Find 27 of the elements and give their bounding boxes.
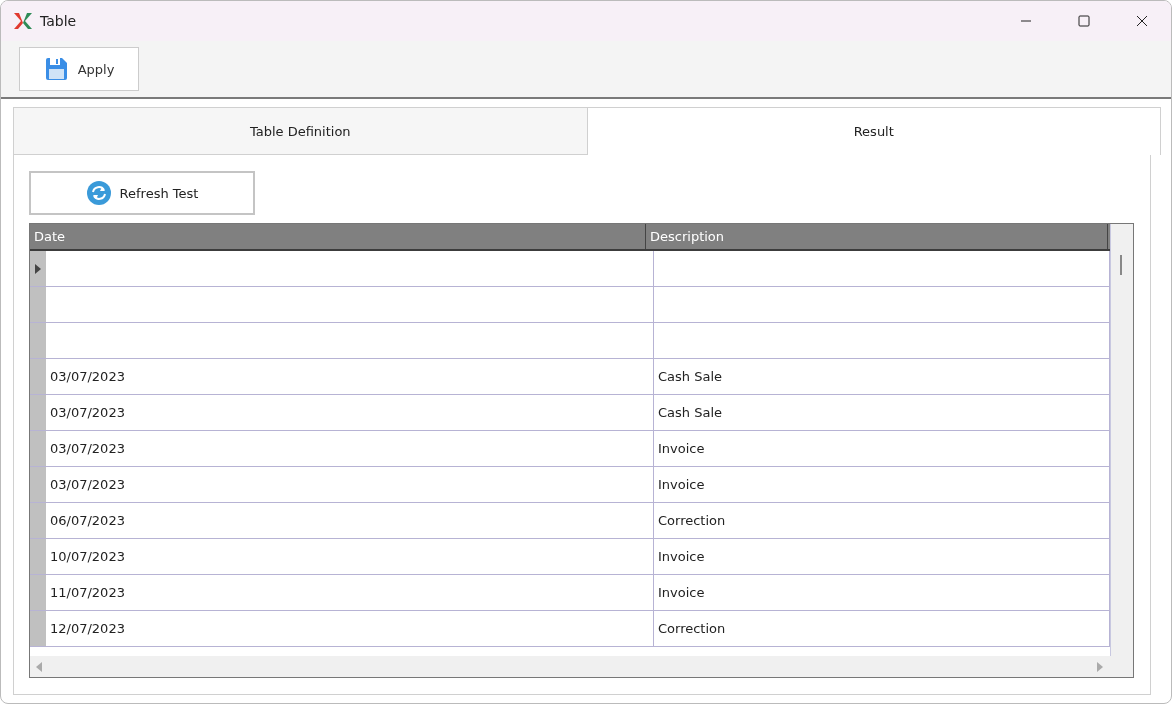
table-cell: 03/07/2023 bbox=[46, 395, 654, 430]
maximize-icon bbox=[1078, 15, 1090, 27]
window-title: Table bbox=[40, 13, 78, 29]
apply-button[interactable]: Apply bbox=[19, 47, 139, 91]
table-cell: 03/07/2023 bbox=[46, 467, 654, 502]
tab[interactable]: Result bbox=[586, 107, 1161, 155]
column-header[interactable]: Description bbox=[646, 224, 1108, 249]
row-header[interactable] bbox=[30, 251, 46, 286]
scroll-right-icon[interactable] bbox=[1097, 661, 1103, 672]
close-icon bbox=[1136, 15, 1148, 27]
table-cell: 03/07/2023 bbox=[46, 431, 654, 466]
table-cell: 12/07/2023 bbox=[46, 611, 654, 646]
table-cell: 03/07/2023 bbox=[46, 359, 654, 394]
column-header[interactable]: Date bbox=[30, 224, 646, 249]
refresh-test-button[interactable]: Refresh Test bbox=[29, 171, 255, 215]
vertical-scrollbar[interactable] bbox=[1110, 224, 1133, 656]
scroll-left-icon[interactable] bbox=[36, 661, 42, 672]
tab[interactable]: Table Definition bbox=[13, 107, 587, 155]
refresh-icon bbox=[85, 180, 112, 206]
current-row-icon bbox=[35, 263, 41, 274]
scroll-thumb[interactable] bbox=[1120, 255, 1122, 275]
table-cell: 06/07/2023 bbox=[46, 503, 654, 538]
table-cell: 10/07/2023 bbox=[46, 539, 654, 574]
horizontal-scrollbar[interactable] bbox=[30, 656, 1133, 677]
app-logo-icon bbox=[13, 11, 33, 31]
table-cell: 11/07/2023 bbox=[46, 575, 654, 610]
save-icon bbox=[43, 57, 68, 81]
